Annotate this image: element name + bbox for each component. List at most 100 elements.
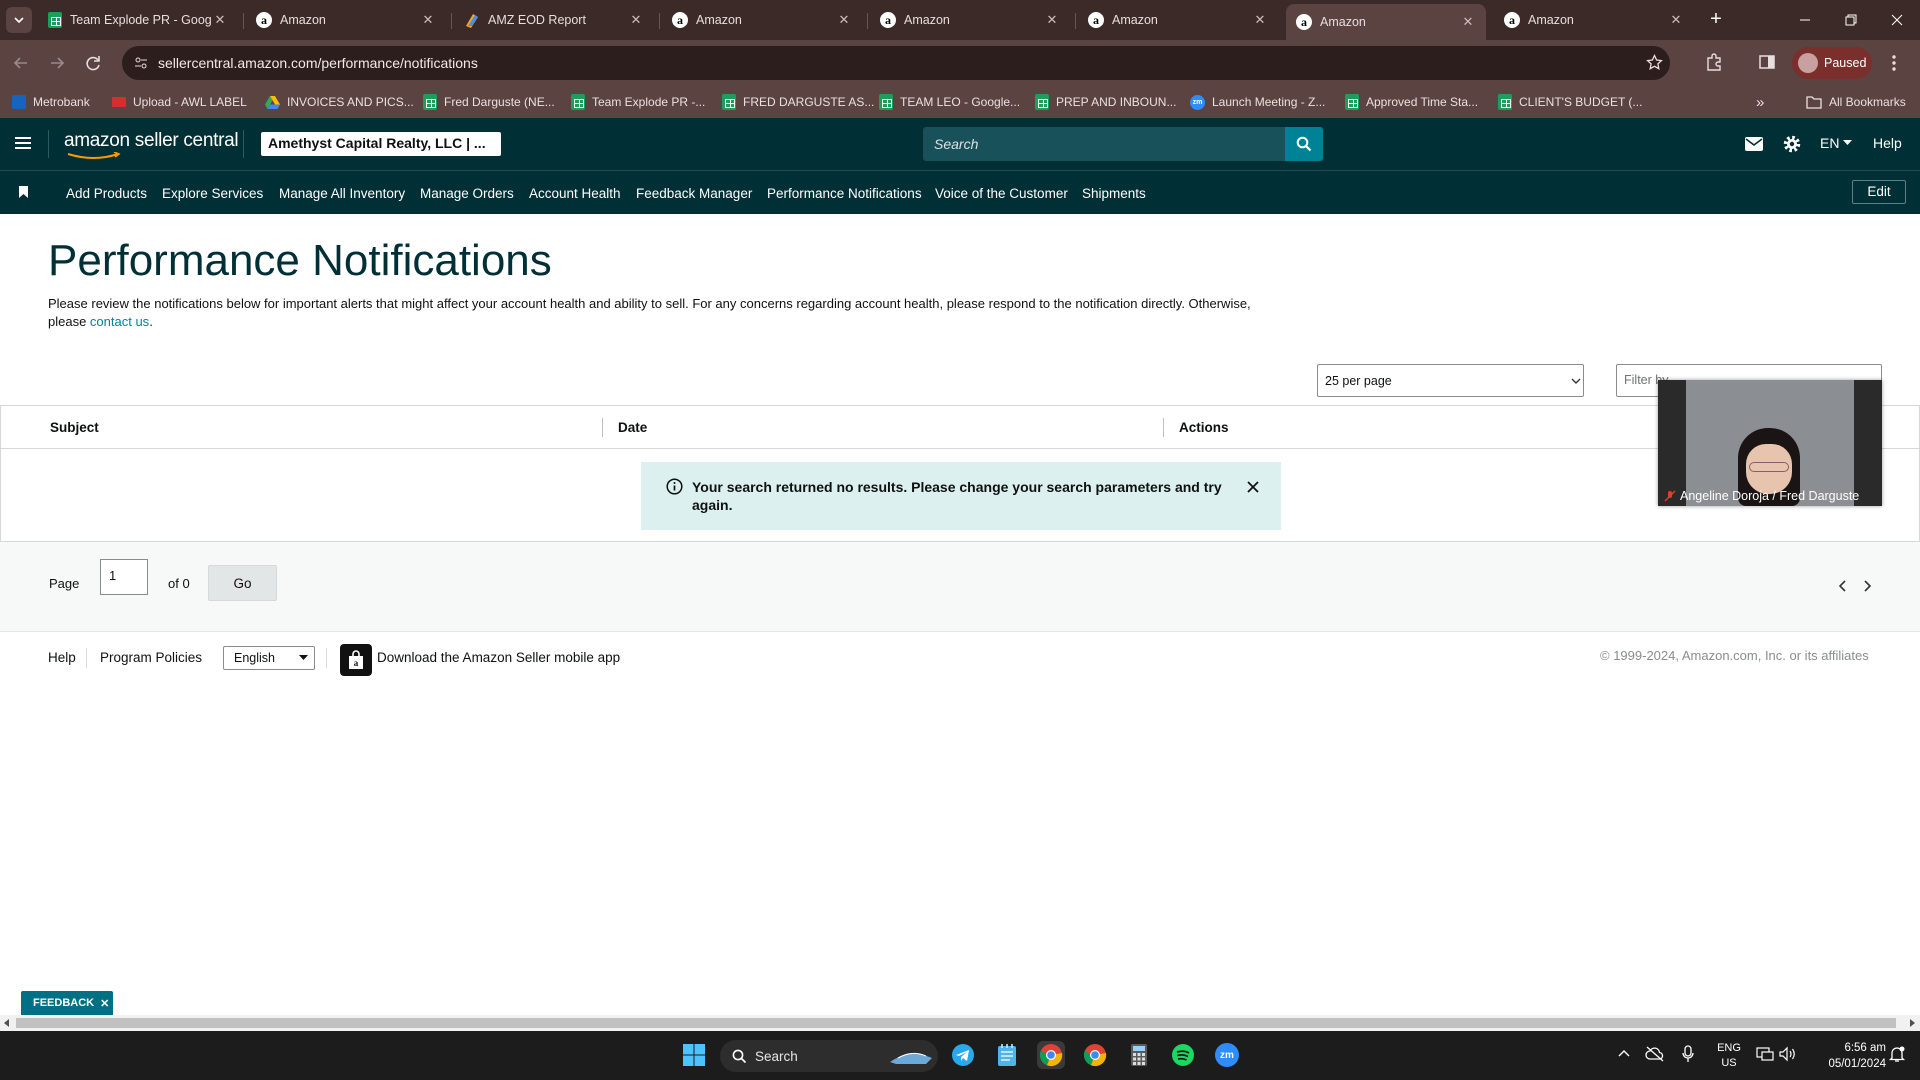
back-button[interactable] <box>10 52 32 74</box>
browser-tab[interactable]: a Amazon ✕ <box>1494 6 1694 34</box>
close-icon[interactable]: ✕ <box>212 12 228 28</box>
account-selector[interactable]: Amethyst Capital Realty, LLC | ... <box>261 132 501 156</box>
start-button[interactable] <box>680 1041 708 1069</box>
nav-item-explore-services[interactable]: Explore Services <box>162 171 263 215</box>
browser-tab[interactable]: a Amazon ✕ <box>662 6 862 34</box>
per-page-select[interactable]: 25 per page <box>1317 364 1584 397</box>
video-call-overlay[interactable]: Angeline Doroja / Fred Darguste <box>1658 380 1882 506</box>
close-icon[interactable]: ✕ <box>420 12 436 28</box>
tab-search-button[interactable] <box>6 7 32 33</box>
search-input[interactable]: Search <box>923 127 1285 161</box>
calculator-app[interactable] <box>1125 1041 1153 1069</box>
column-header-subject[interactable]: Subject <box>50 406 99 449</box>
bookmark-item[interactable]: Upload - AWL LABEL <box>112 86 247 118</box>
site-info-icon[interactable] <box>134 56 148 70</box>
extensions-button[interactable] <box>1704 52 1724 72</box>
profile-button[interactable]: Paused <box>1792 47 1872 79</box>
go-button[interactable]: Go <box>208 565 277 601</box>
language-indicator[interactable]: ENG US <box>1716 1041 1742 1071</box>
feedback-button[interactable]: FEEDBACK ✕ <box>21 991 113 1015</box>
browser-tab[interactable]: a Amazon ✕ <box>1078 6 1278 34</box>
cloud-offline-icon[interactable] <box>1645 1046 1665 1062</box>
forward-button[interactable] <box>46 52 68 74</box>
horizontal-scrollbar[interactable] <box>0 1015 1920 1031</box>
browser-tab[interactable]: Team Explode PR - Google Sheets ✕ <box>38 6 238 34</box>
nav-item-account-health[interactable]: Account Health <box>529 171 621 215</box>
nav-item-manage-orders[interactable]: Manage Orders <box>420 171 514 215</box>
network-icon[interactable] <box>1756 1046 1774 1062</box>
restore-button[interactable] <box>1836 12 1866 28</box>
microphone-icon[interactable] <box>1682 1045 1694 1063</box>
clock[interactable]: 6:56 am 05/01/2024 <box>1806 1040 1886 1072</box>
url-input[interactable]: sellercentral.amazon.com/performance/not… <box>122 46 1670 80</box>
language-selector[interactable]: EN <box>1820 135 1853 151</box>
bookmark-item[interactable]: PREP AND INBOUN... <box>1035 86 1176 118</box>
close-icon[interactable]: ✕ <box>1044 12 1060 28</box>
telegram-app[interactable] <box>949 1041 977 1069</box>
close-window-button[interactable] <box>1882 12 1912 28</box>
chevron-left-icon[interactable] <box>1838 580 1848 592</box>
download-app-link[interactable]: Download the Amazon Seller mobile app <box>377 650 620 665</box>
footer-help-link[interactable]: Help <box>48 650 76 665</box>
close-icon[interactable]: ✕ <box>100 997 109 1010</box>
side-panel-button[interactable] <box>1758 53 1776 71</box>
page-number-input[interactable]: 1 <box>100 559 148 595</box>
bookmark-nav-button[interactable] <box>19 186 28 198</box>
messages-button[interactable] <box>1745 137 1763 151</box>
nav-item-feedback-manager[interactable]: Feedback Manager <box>636 171 752 215</box>
spotify-app[interactable] <box>1169 1041 1197 1069</box>
all-bookmarks-button[interactable]: All Bookmarks <box>1806 86 1906 118</box>
browser-tab[interactable]: a Amazon ✕ <box>870 6 1070 34</box>
browser-tab[interactable]: a Amazon ✕ <box>246 6 446 34</box>
hamburger-menu-button[interactable] <box>14 135 32 151</box>
nav-item-add-products[interactable]: Add Products <box>66 171 147 215</box>
reload-button[interactable] <box>82 52 104 74</box>
seller-central-logo[interactable]: amazon seller central <box>64 130 239 159</box>
browser-menu-button[interactable] <box>1890 53 1898 73</box>
star-icon[interactable] <box>1646 54 1663 71</box>
zoom-app[interactable]: zm <box>1213 1041 1241 1069</box>
notification-bell-icon[interactable] <box>1888 1045 1906 1063</box>
close-icon[interactable]: ✕ <box>628 12 644 28</box>
chrome-app[interactable] <box>1037 1041 1065 1069</box>
close-icon[interactable]: ✕ <box>1460 14 1476 30</box>
footer-language-select[interactable]: English <box>223 646 315 670</box>
bookmark-item[interactable]: Approved Time Sta... <box>1345 86 1478 118</box>
chevron-right-icon[interactable] <box>1862 580 1872 592</box>
chevron-up-icon[interactable] <box>1618 1049 1630 1057</box>
scroll-right-icon[interactable] <box>1910 1019 1916 1027</box>
bookmark-item[interactable]: Team Explode PR -... <box>571 86 705 118</box>
bookmark-item[interactable]: zm Launch Meeting - Z... <box>1190 86 1325 118</box>
bookmark-item[interactable]: TEAM LEO - Google... <box>879 86 1020 118</box>
close-icon[interactable]: ✕ <box>1252 12 1268 28</box>
contact-us-link[interactable]: contact us <box>90 314 149 329</box>
close-icon[interactable] <box>1247 481 1259 493</box>
minimize-button[interactable] <box>1790 12 1820 28</box>
bookmark-item[interactable]: CLIENT'S BUDGET (... <box>1498 86 1642 118</box>
close-icon[interactable]: ✕ <box>836 12 852 28</box>
bookmark-item[interactable]: FRED DARGUSTE AS... <box>722 86 874 118</box>
bookmark-item[interactable]: Fred Darguste (NE... <box>423 86 555 118</box>
bookmark-item[interactable]: INVOICES AND PICS... <box>265 86 414 118</box>
close-icon[interactable]: ✕ <box>1668 12 1684 28</box>
more-bookmarks-button[interactable]: » <box>1756 86 1764 118</box>
browser-tab[interactable]: AMZ EOD Report ✕ <box>454 6 654 34</box>
volume-icon[interactable] <box>1778 1046 1796 1062</box>
chrome-app-second[interactable] <box>1081 1041 1109 1069</box>
help-link[interactable]: Help <box>1873 135 1902 151</box>
program-policies-link[interactable]: Program Policies <box>100 650 202 665</box>
nav-item-shipments[interactable]: Shipments <box>1082 171 1146 215</box>
settings-button[interactable] <box>1782 134 1802 154</box>
taskbar-search-box[interactable]: Search <box>720 1040 938 1072</box>
column-header-date[interactable]: Date <box>618 406 647 449</box>
edit-nav-button[interactable]: Edit <box>1852 180 1906 204</box>
browser-tab-active[interactable]: a Amazon ✕ <box>1286 4 1486 40</box>
notepad-app[interactable] <box>993 1041 1021 1069</box>
search-button[interactable] <box>1285 127 1323 161</box>
new-tab-button[interactable]: + <box>1704 8 1728 32</box>
scroll-left-icon[interactable] <box>4 1019 10 1027</box>
nav-item-manage-inventory[interactable]: Manage All Inventory <box>279 171 405 215</box>
nav-item-voice-of-customer[interactable]: Voice of the Customer <box>935 171 1068 215</box>
scrollbar-thumb[interactable] <box>16 1018 1896 1028</box>
nav-item-performance-notifications[interactable]: Performance Notifications <box>767 171 922 215</box>
